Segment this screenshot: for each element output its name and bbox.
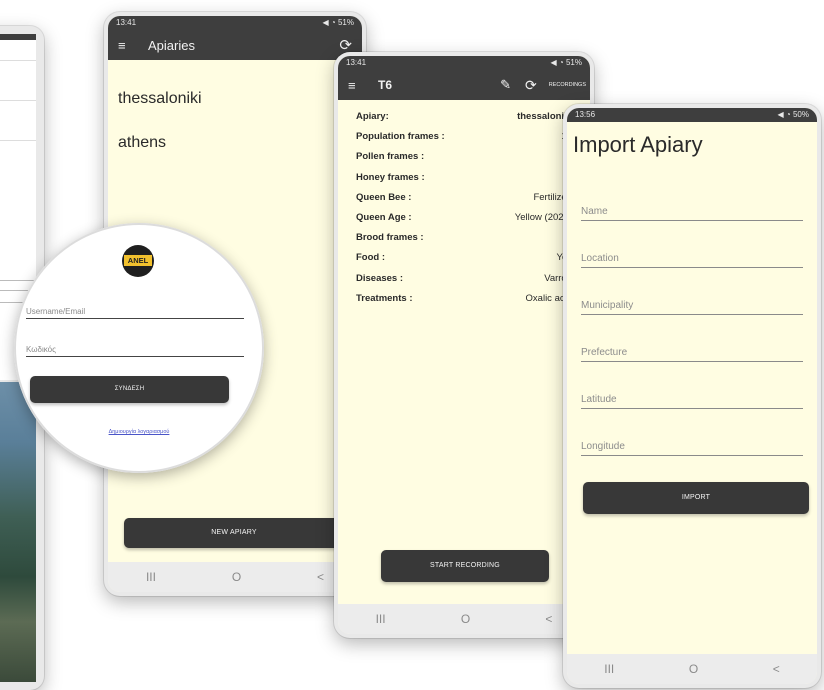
apiaries-app-bar: ≡ Apiaries ⟳ [108,30,362,60]
import-button[interactable]: IMPORT [583,482,809,514]
system-nav-bar: III O < [338,604,590,634]
hive-app-bar: ≡ T6 ✎ ⟳ RECORDINGS [338,70,590,100]
detail-label: Queen Bee : [356,191,412,203]
import-field-longitude[interactable]: Longitude [581,441,803,456]
detail-label: Food : [356,252,386,264]
detail-row: Diseases : Varroa [356,270,572,287]
import-field-municipality[interactable]: Municipality [581,300,803,315]
page-title: T6 [378,78,393,92]
status-bar: 13:56 ◀ ◔ 50% [567,108,817,122]
status-bar: 13:41 ◀ ◔ 51% [108,16,362,30]
detail-row: Brood frames :3 [356,229,572,246]
detail-label: Brood frames : [356,232,424,244]
detail-label: Honey frames : [356,171,425,183]
system-nav-bar: III O < [108,562,362,592]
register-link[interactable]: Δημιουργία λογαριασμού [14,429,264,435]
edit-icon[interactable]: ✎ [500,77,511,93]
home-nav-icon[interactable]: O [232,570,241,584]
page-title: Import Apiary [573,132,703,157]
home-nav-icon[interactable]: O [689,662,698,676]
page-title: Apiaries [148,37,195,53]
username-field[interactable]: Username/Email [26,307,244,319]
detail-label: Apiary: [356,111,389,122]
landscape-photo [0,382,36,682]
password-field[interactable]: Κωδικός [26,345,244,357]
login-button[interactable]: ΣΥΝΔΕΣΗ [30,376,229,403]
start-recording-button[interactable]: START RECORDING [381,550,549,582]
phone-hive-details: 13:41 ◀ ◔ 51% ≡ T6 ✎ ⟳ RECORDINGS Apiary… [334,52,594,638]
system-nav-bar: III O < [567,654,817,684]
detail-row: Honey frames :4 [356,169,572,186]
anel-logo: ANEL [122,245,154,277]
recents-nav-icon[interactable]: III [604,662,614,676]
detail-label: Pollen frames : [356,151,425,163]
detail-row: Queen Age : Yellow (2022) [356,209,572,226]
back-nav-icon[interactable]: < [773,662,780,676]
refresh-icon[interactable]: ⟳ [525,77,537,94]
status-bar: 13:41 ◀ ◔ 51% [338,56,590,70]
detail-row: Population frames :14 [356,128,572,145]
apiary-list-item[interactable]: thessaloniki [118,90,202,108]
back-nav-icon[interactable]: < [317,570,324,584]
import-field-location[interactable]: Location [581,253,803,268]
import-field-latitude[interactable]: Latitude [581,394,803,409]
recordings-button[interactable]: RECORDINGS [549,82,586,88]
recents-nav-icon[interactable]: III [376,612,386,626]
detail-label: Diseases : [356,272,404,284]
detail-row: Treatments : Oxalic acid [356,290,572,307]
detail-row: Queen Bee : Fertilized [356,189,572,206]
detail-row: Pollen frames :4 [356,148,572,165]
login-magnifier: ANEL Username/Email Κωδικός ΣΥΝΔΕΣΗ Δημι… [14,223,264,473]
new-apiary-button[interactable]: NEW APIARY [124,518,344,548]
recents-nav-icon[interactable]: III [146,570,156,584]
detail-label: Treatments : [356,292,413,304]
detail-label: Population frames : [356,131,445,143]
menu-icon[interactable]: ≡ [348,78,364,93]
import-field-prefecture[interactable]: Prefecture [581,347,803,362]
import-field-name[interactable]: Name [581,206,803,221]
detail-label: Queen Age : [356,212,412,223]
home-nav-icon[interactable]: O [461,612,470,626]
menu-icon[interactable]: ≡ [118,38,134,53]
detail-row: Food :Yes [356,249,572,266]
phone-import-apiary: 13:56 ◀ ◔ 50% Import Apiary Name Location… [563,104,821,688]
back-nav-icon[interactable]: < [545,612,552,626]
apiary-list-item[interactable]: athens [118,134,166,152]
detail-row: Apiary: thessaloniki [356,108,572,125]
